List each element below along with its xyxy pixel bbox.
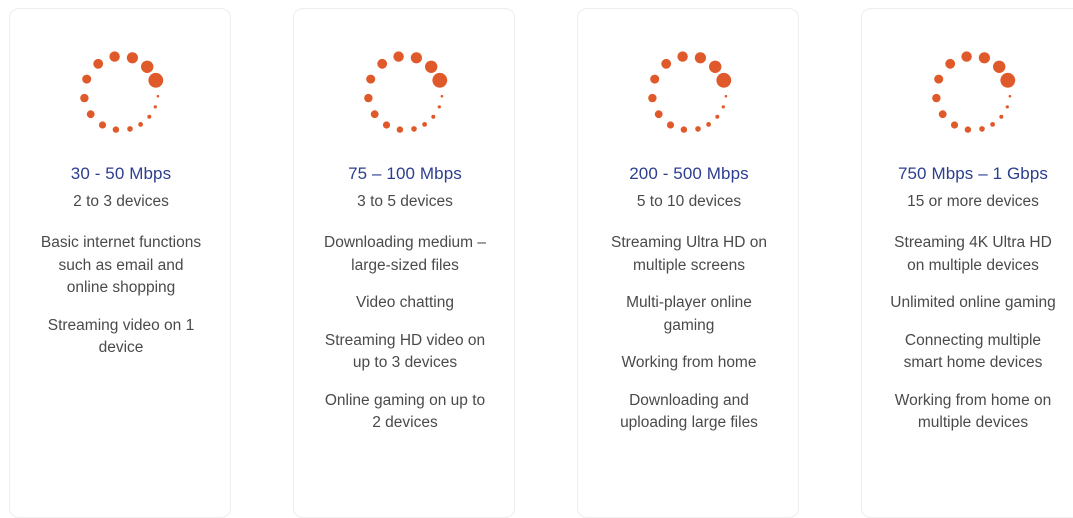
spinner-dot: [950, 121, 959, 129]
plan-card-1: 30 - 50 Mbps 2 to 3 devices Basic intern…: [9, 8, 231, 518]
spinner-dot: [677, 51, 688, 62]
spinner-dot: [932, 93, 941, 103]
spinner-dot: [411, 126, 417, 132]
spinner-dot: [148, 72, 164, 88]
spinner-dot: [431, 114, 436, 119]
spinner-dot: [945, 58, 956, 69]
spinner-dot: [680, 126, 688, 133]
plan-feature: Multi-player online gaming: [626, 294, 752, 334]
spinner-dot: [666, 121, 675, 129]
spinner-dot: [425, 60, 438, 73]
spinner-dot: [393, 51, 404, 62]
spinner-dot: [432, 72, 448, 88]
spinner-dot: [437, 105, 441, 109]
spinner-dot: [80, 93, 89, 103]
spinner-dot: [961, 51, 972, 62]
spinner-dot: [156, 94, 160, 98]
spinner-dot: [694, 52, 706, 64]
loading-spinner-icon: [648, 51, 732, 133]
spinner-dot: [938, 110, 947, 119]
spinner-dot: [979, 126, 985, 132]
spinner-dot: [999, 114, 1004, 119]
spinner-dot: [153, 105, 157, 109]
spinner-dot: [93, 58, 104, 69]
spinner-dot: [109, 51, 120, 62]
plan-features: Basic internet functions such as email a…: [10, 232, 232, 375]
spinner-dot: [364, 93, 373, 103]
plan-card-4: 750 Mbps – 1 Gbps 15 or more devices Str…: [861, 8, 1073, 518]
spinner-dot: [709, 60, 722, 73]
spinner-dot: [147, 114, 152, 119]
plan-devices: 2 to 3 devices: [73, 193, 169, 210]
spinner-dot: [978, 52, 990, 64]
spinner-dot: [648, 93, 657, 103]
spinner-dot: [661, 58, 672, 69]
plan-feature: Streaming 4K Ultra HD on multiple device…: [894, 234, 1052, 274]
spinner-dot: [86, 110, 95, 119]
spinner-dot: [112, 126, 120, 133]
spinner-dot: [706, 122, 711, 127]
spinner-dot: [724, 94, 728, 98]
plan-card-2: 75 – 100 Mbps 3 to 5 devices Downloading…: [293, 8, 515, 518]
loading-spinner-icon: [364, 51, 448, 133]
spinner-dot: [1000, 72, 1016, 88]
spinner-dot: [127, 126, 133, 132]
spinner-dot: [934, 74, 944, 84]
spinner-dot: [138, 122, 144, 127]
spinner-dot: [716, 72, 732, 88]
spinner-dot: [396, 126, 404, 133]
spinner-dot: [440, 94, 444, 98]
plan-devices: 5 to 10 devices: [636, 193, 742, 210]
spinner-dot: [422, 122, 427, 127]
plan-card-3: 200 - 500 Mbps 5 to 10 devices Streaming…: [577, 8, 799, 518]
spinner-dot: [377, 58, 388, 69]
plan-features: Streaming 4K Ultra HD on multiple device…: [862, 232, 1073, 450]
plan-speed: 200 - 500 Mbps: [629, 164, 749, 183]
spinner-dot: [1008, 94, 1012, 98]
plan-devices: 15 or more devices: [907, 193, 1039, 210]
spinner-dot: [990, 122, 995, 127]
spinner-dot: [993, 60, 1006, 73]
plan-feature: Streaming HD video on up to 3 devices: [324, 331, 486, 372]
plan-feature: Streaming Ultra HD on multiple screens: [611, 234, 767, 274]
plan-feature: Working from home: [621, 354, 757, 371]
spinner-dot: [141, 60, 154, 73]
spinner-dot: [382, 121, 391, 129]
plan-feature: Streaming video on 1 device: [47, 316, 195, 357]
spinner-dot: [695, 126, 701, 132]
plan-feature: Working from home on multiple devices: [894, 391, 1052, 432]
plan-feature: Online gaming on up to 2 devices: [324, 391, 486, 432]
spinner-dot: [1005, 105, 1009, 109]
plan-speed: 30 - 50 Mbps: [70, 164, 172, 183]
plan-feature: Connecting multiple smart home devices: [903, 331, 1043, 372]
spinner-dot: [715, 114, 720, 119]
spinner-dot: [126, 52, 138, 64]
loading-spinner-icon: [932, 51, 1016, 133]
plan-features: Downloading medium – large-sized files V…: [294, 232, 516, 450]
plan-feature: Unlimited online gaming: [890, 294, 1056, 311]
plan-feature: Downloading medium – large-sized files: [324, 234, 486, 274]
spinner-dot: [721, 105, 725, 109]
spinner-dot: [366, 74, 376, 84]
loading-spinner-icon: [80, 51, 164, 133]
spinner-dot: [654, 110, 663, 119]
spinner-dot: [964, 126, 972, 133]
plan-features: Streaming Ultra HD on multiple screens M…: [578, 232, 800, 450]
plan-speed: 75 – 100 Mbps: [348, 164, 462, 183]
spinner-dot: [82, 74, 92, 84]
spinner-dot: [98, 121, 107, 129]
spinner-dot: [650, 74, 660, 84]
plan-devices: 3 to 5 devices: [357, 193, 453, 210]
plan-feature: Video chatting: [356, 294, 454, 311]
plan-feature: Downloading and uploading large files: [620, 391, 758, 432]
plan-feature: Basic internet functions such as email a…: [40, 234, 202, 296]
spinner-dot: [370, 110, 379, 119]
plan-speed: 750 Mbps – 1 Gbps: [897, 164, 1049, 183]
spinner-dot: [410, 52, 422, 64]
